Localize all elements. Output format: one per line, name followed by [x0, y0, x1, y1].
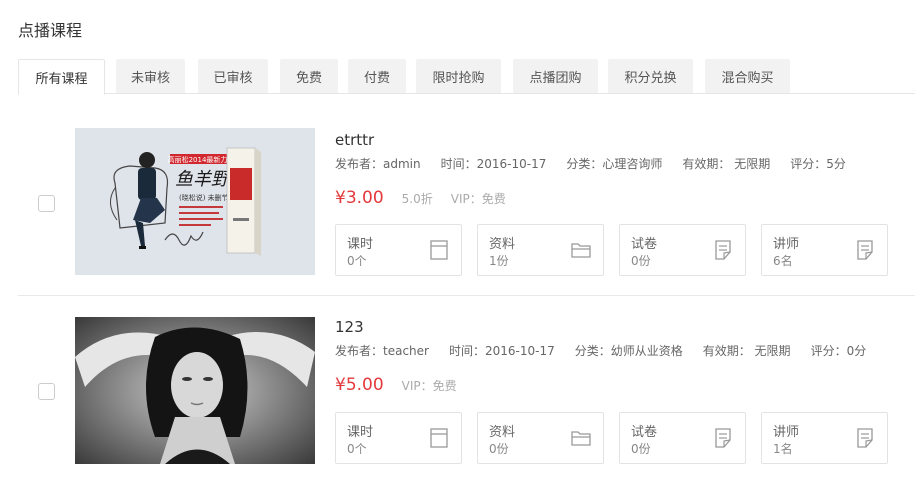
stat-label: 试卷	[631, 237, 658, 252]
book-cover-illustration: 高丽松2014最新力作 鱼羊野史 (晓松说) 未删节版	[75, 128, 315, 275]
course-price: ¥3.00	[335, 188, 384, 208]
course-filter-tabs: 所有课程 未审核 已审核 免费 付费 限时抢购 点播团购 积分兑换 混合购买	[18, 59, 915, 95]
folder-icon	[571, 431, 591, 446]
course-meta: 发布者：teacher 时间：2016-10-17 分类：幼师从业资格 有效期：…	[335, 342, 886, 359]
course-category: 分类：心理咨询师	[566, 157, 663, 171]
course-item: 123 发布者：teacher 时间：2016-10-17 分类：幼师从业资格 …	[18, 297, 915, 484]
portrait-photo	[75, 317, 315, 464]
stat-lecturers[interactable]: 讲师 6名	[761, 224, 888, 276]
tab-free[interactable]: 免费	[280, 59, 338, 93]
course-time: 时间：2016-10-17	[448, 344, 555, 358]
stat-value: 1份	[489, 254, 509, 268]
stat-value: 0个	[347, 254, 367, 268]
course-thumbnail[interactable]: 高丽松2014最新力作 鱼羊野史 (晓松说) 未删节版	[75, 128, 315, 275]
stat-value: 0份	[631, 442, 651, 456]
course-vip-price: VIP：免费	[450, 192, 506, 206]
course-validity: 有效期： 无限期	[702, 344, 791, 358]
course-rating: 评分：0分	[810, 344, 867, 358]
tab-group-buy[interactable]: 点播团购	[513, 59, 598, 93]
course-title[interactable]: 123	[335, 318, 364, 336]
tab-mixed-purchase[interactable]: 混合购买	[705, 59, 790, 93]
course-rating: 评分：5分	[790, 157, 846, 171]
stat-lessons[interactable]: 课时 0个	[335, 224, 462, 276]
book-icon	[430, 240, 448, 260]
course-publisher: 发布者：admin	[335, 157, 421, 171]
course-meta: 发布者：admin 时间：2016-10-17 分类：心理咨询师 有效期： 无限…	[335, 155, 866, 172]
paper-edit-icon	[857, 240, 873, 260]
book-icon	[430, 428, 448, 448]
stat-value: 0份	[631, 254, 651, 268]
stat-label: 资料	[489, 237, 516, 252]
stat-label: 试卷	[631, 425, 658, 440]
svg-text:高丽松2014最新力作: 高丽松2014最新力作	[168, 155, 235, 164]
course-item: 高丽松2014最新力作 鱼羊野史 (晓松说) 未删节版 etrttr 发布者：a…	[18, 110, 915, 296]
course-select-checkbox[interactable]	[38, 195, 55, 212]
stat-value: 1名	[773, 442, 793, 456]
course-time: 时间：2016-10-17	[440, 157, 547, 171]
stat-label: 讲师	[773, 237, 800, 252]
tab-flash-sale[interactable]: 限时抢购	[416, 59, 501, 93]
stat-value: 0份	[489, 442, 509, 456]
paper-edit-icon	[857, 428, 873, 448]
course-thumbnail[interactable]	[75, 317, 315, 464]
course-price-row: ¥5.00 VIP：免费	[335, 375, 475, 395]
course-price: ¥5.00	[335, 375, 384, 395]
course-category: 分类：幼师从业资格	[574, 344, 683, 358]
tab-reviewed[interactable]: 已审核	[198, 59, 268, 93]
page-title: 点播课程	[18, 21, 83, 40]
folder-icon	[571, 243, 591, 258]
stat-label: 讲师	[773, 425, 800, 440]
stat-lecturers[interactable]: 讲师 1名	[761, 412, 888, 464]
tab-paid[interactable]: 付费	[348, 59, 406, 93]
course-title[interactable]: etrttr	[335, 131, 374, 149]
course-select-checkbox[interactable]	[38, 383, 55, 400]
paper-edit-icon	[715, 428, 731, 448]
stat-materials[interactable]: 资料 0份	[477, 412, 604, 464]
course-price-row: ¥3.00 5.0折 VIP：免费	[335, 188, 524, 208]
tab-points-exchange[interactable]: 积分兑换	[608, 59, 693, 93]
course-discount: 5.0折	[401, 192, 433, 206]
stat-label: 课时	[347, 425, 374, 440]
paper-edit-icon	[715, 240, 731, 260]
stat-exams[interactable]: 试卷 0份	[619, 224, 746, 276]
stat-exams[interactable]: 试卷 0份	[619, 412, 746, 464]
stat-lessons[interactable]: 课时 0个	[335, 412, 462, 464]
stat-value: 0个	[347, 442, 367, 456]
tab-all-courses[interactable]: 所有课程	[18, 59, 105, 95]
stat-materials[interactable]: 资料 1份	[477, 224, 604, 276]
tab-unreviewed[interactable]: 未审核	[116, 59, 185, 93]
stat-label: 课时	[347, 237, 374, 252]
course-validity: 有效期： 无限期	[682, 157, 771, 171]
course-publisher: 发布者：teacher	[335, 344, 429, 358]
stat-value: 6名	[773, 254, 793, 268]
stat-label: 资料	[489, 425, 516, 440]
course-vip-price: VIP：免费	[401, 379, 457, 393]
